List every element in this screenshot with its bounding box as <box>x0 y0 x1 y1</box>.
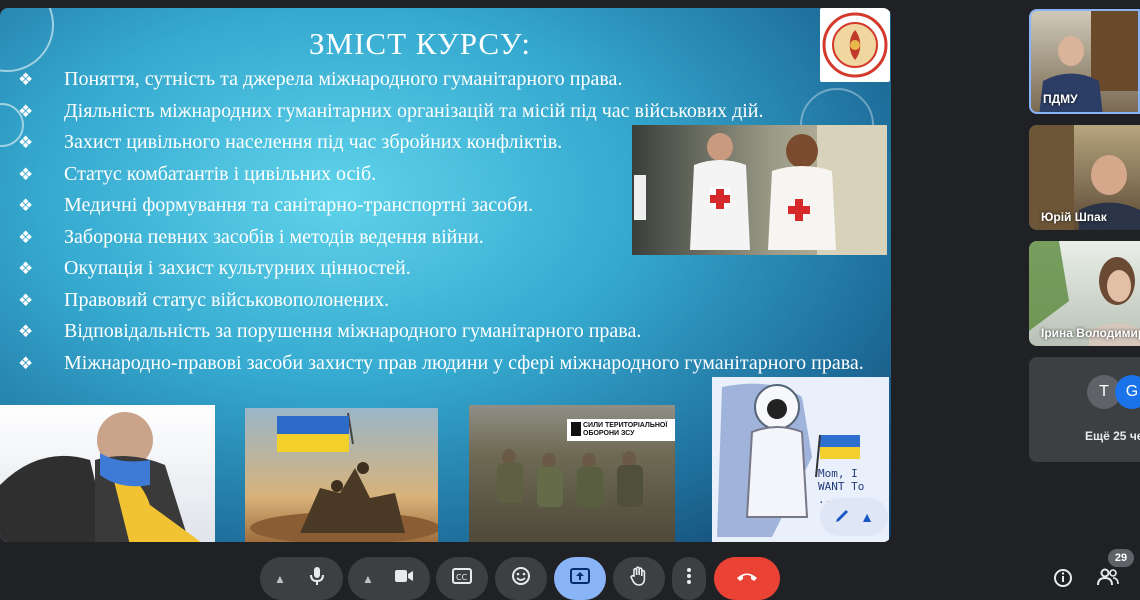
participant-tile[interactable]: Ірина Володимирівна <box>1029 241 1140 346</box>
diamond-bullet-icon: ❖ <box>18 259 34 278</box>
territorial-defense-caption: СИЛИ ТЕРИТОРІАЛЬНОЇ ОБОРОНИ ЗСУ <box>567 419 675 441</box>
territorial-defense-photo: СИЛИ ТЕРИТОРІАЛЬНОЇ ОБОРОНИ ЗСУ <box>469 405 675 542</box>
reactions-button[interactable] <box>495 557 547 600</box>
captions-button[interactable]: CC <box>436 557 488 600</box>
diamond-bullet-icon: ❖ <box>18 290 34 310</box>
leave-call-button[interactable] <box>714 557 780 600</box>
list-item: ❖ Діяльність міжнародних гуманітарних орг… <box>16 96 876 128</box>
caret-up-icon: ▲ <box>860 509 874 525</box>
list-item: ❖ Окупація і захист культурних цінностей. <box>16 253 876 285</box>
more-vert-icon <box>687 568 691 589</box>
camera-options-caret-icon[interactable]: ▲ <box>362 572 374 586</box>
list-item: ❖ Правовий статус військовополонених. <box>16 285 876 317</box>
people-button[interactable] <box>1097 568 1119 591</box>
microphone-icon <box>308 566 326 591</box>
hand-icon <box>630 566 648 591</box>
slide-title: ЗМІСТ КУРСУ: <box>308 26 532 61</box>
flag-raising-photo <box>245 408 438 542</box>
emoji-icon <box>511 566 531 591</box>
mic-options-caret-icon[interactable]: ▲ <box>274 572 286 586</box>
present-screen-button[interactable] <box>554 557 606 600</box>
red-cross-volunteers-photo <box>632 125 887 255</box>
svg-text:CC: CC <box>456 573 468 582</box>
info-icon <box>1053 569 1073 592</box>
soldier-with-flag-photo <box>0 405 215 542</box>
participant-tile[interactable]: Юрій Шпак <box>1029 125 1140 230</box>
university-logo <box>820 8 890 82</box>
raise-hand-button[interactable] <box>613 557 665 600</box>
more-participants-avatars: T G <box>1087 375 1140 409</box>
hang-up-icon <box>736 570 758 588</box>
camera-button[interactable] <box>378 557 430 600</box>
list-item: ❖ Відповідальність за порушення міжнародн… <box>16 316 876 348</box>
diamond-bullet-icon: ❖ <box>18 164 34 184</box>
camera-icon <box>394 568 414 589</box>
list-item: ❖ Поняття, сутність та джерела міжнародно… <box>16 64 876 96</box>
list-item: ❖ Міжнародно-правові засоби захисту прав … <box>16 348 876 379</box>
more-participants-tile[interactable]: T G Ещё 25 человек <box>1029 357 1140 462</box>
present-to-all-icon <box>570 568 590 589</box>
more-options-button[interactable] <box>672 557 706 600</box>
annotation-toolbar-button[interactable]: ▲ <box>820 498 888 536</box>
closed-captions-icon: CC <box>452 568 472 589</box>
meeting-controls-bar: ▲ ▲ CC <box>0 557 1140 600</box>
participants-count-badge: 29 <box>1108 549 1134 567</box>
participant-name: Ірина Володимирівна <box>1041 326 1140 340</box>
diamond-bullet-icon: ❖ <box>18 70 34 89</box>
participant-tile[interactable]: ПДМУ <box>1029 9 1140 114</box>
more-participants-label: Ещё 25 человек <box>1085 429 1140 443</box>
diamond-bullet-icon: ❖ <box>18 322 34 341</box>
avatar: G <box>1115 375 1140 409</box>
presentation-slide: ЗМІСТ КУРСУ: ❖ Поняття, сутність та джере… <box>0 8 891 542</box>
mic-button[interactable] <box>291 557 343 600</box>
meeting-details-button[interactable] <box>1053 568 1073 593</box>
diamond-bullet-icon: ❖ <box>18 101 34 121</box>
participant-name: ПДМУ <box>1043 92 1078 106</box>
diamond-bullet-icon: ❖ <box>18 133 34 152</box>
participant-name: Юрій Шпак <box>1041 210 1107 224</box>
diamond-bullet-icon: ❖ <box>18 227 34 247</box>
diamond-bullet-icon: ❖ <box>18 353 34 373</box>
people-icon <box>1097 568 1119 590</box>
diamond-bullet-icon: ❖ <box>18 196 34 215</box>
pen-icon <box>834 508 850 527</box>
